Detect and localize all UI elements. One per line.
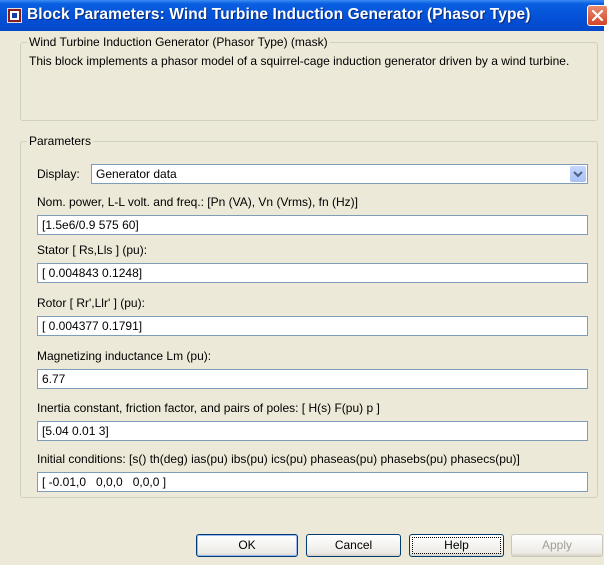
magnetizing-inductance-label: Magnetizing inductance Lm (pu): <box>37 349 212 363</box>
inertia-label: Inertia constant, friction factor, and p… <box>37 401 380 415</box>
title-bar[interactable]: Block Parameters: Wind Turbine Induction… <box>0 0 608 31</box>
nominal-values-label: Nom. power, L-L volt. and freq.: [Pn (VA… <box>37 195 358 209</box>
display-select[interactable]: Generator data <box>91 164 588 184</box>
block-description: This block implements a phasor model of … <box>29 54 570 68</box>
inertia-input[interactable] <box>37 421 588 441</box>
nominal-values-input[interactable] <box>37 215 588 235</box>
magnetizing-inductance-input[interactable] <box>37 369 588 389</box>
rotor-input[interactable] <box>37 316 588 336</box>
stator-input[interactable] <box>37 263 588 283</box>
close-button[interactable] <box>587 5 608 26</box>
dropdown-arrow-button[interactable] <box>570 166 586 182</box>
display-label: Display: <box>37 167 80 181</box>
cancel-button[interactable]: Cancel <box>306 534 401 557</box>
simulink-block-icon <box>7 8 22 23</box>
description-legend: Wind Turbine Induction Generator (Phasor… <box>29 35 328 49</box>
description-groupbox: Wind Turbine Induction Generator (Phasor… <box>20 35 598 121</box>
dialog-window: Block Parameters: Wind Turbine Induction… <box>0 0 608 565</box>
initial-conditions-label: Initial conditions: [s() th(deg) ias(pu)… <box>37 452 520 466</box>
ok-button[interactable]: OK <box>196 534 298 557</box>
window-title: Block Parameters: Wind Turbine Induction… <box>27 6 531 23</box>
apply-button[interactable]: Apply <box>511 534 603 557</box>
chevron-down-icon <box>573 171 583 178</box>
help-button[interactable]: Help <box>409 534 504 557</box>
rotor-label: Rotor [ Rr',Llr' ] (pu): <box>37 296 145 310</box>
initial-conditions-input[interactable] <box>37 472 588 492</box>
parameters-legend: Parameters <box>29 134 92 148</box>
close-icon <box>591 9 604 22</box>
stator-label: Stator [ Rs,Lls ] (pu): <box>37 243 148 257</box>
display-select-value: Generator data <box>96 167 177 181</box>
